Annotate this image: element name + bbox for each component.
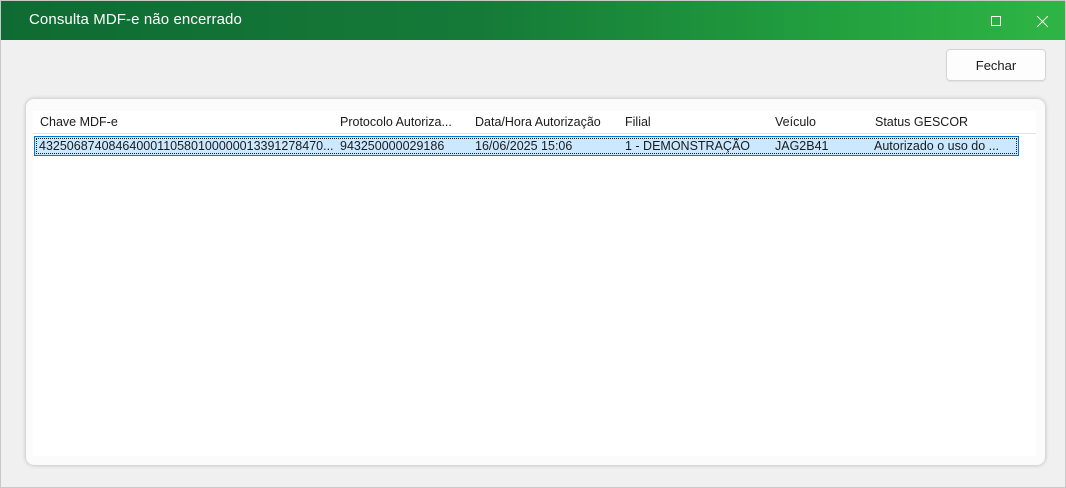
column-header-veiculo[interactable]: Veículo	[768, 111, 868, 134]
column-header-protocolo[interactable]: Protocolo Autoriza...	[333, 111, 468, 134]
maximize-icon	[991, 15, 1001, 26]
cell-veiculo: JAG2B41	[775, 139, 829, 153]
column-header-filial[interactable]: Filial	[618, 111, 768, 134]
cell-protocolo: 943250000029186	[340, 139, 445, 153]
table-row[interactable]: 4325068740846400011058010000001339127847…	[34, 136, 1019, 156]
fechar-button[interactable]: Fechar	[946, 49, 1046, 81]
maximize-button[interactable]	[973, 1, 1019, 40]
cell-data-hora: 16/06/2025 15:06	[475, 139, 573, 153]
results-panel: Chave MDF-e Protocolo Autoriza... Data/H…	[26, 99, 1045, 465]
close-icon	[1037, 15, 1049, 27]
cell-filial: 1 - DEMONSTRAÇÃO	[625, 139, 751, 153]
column-header-data-hora[interactable]: Data/Hora Autorização	[468, 111, 618, 134]
window-title: Consulta MDF-e não encerrado	[29, 11, 242, 28]
close-window-button[interactable]	[1020, 1, 1066, 40]
title-bar[interactable]: Consulta MDF-e não encerrado	[1, 1, 1065, 40]
dialog-window: Consulta MDF-e não encerrado Fechar Chav…	[0, 0, 1066, 488]
grid-header: Chave MDF-e Protocolo Autoriza... Data/H…	[33, 111, 1036, 134]
cell-status: Autorizado o uso do ...	[874, 139, 1000, 153]
cell-chave: 4325068740846400011058010000001339127847…	[39, 139, 334, 153]
mdfe-grid[interactable]: Chave MDF-e Protocolo Autoriza... Data/H…	[33, 111, 1036, 456]
column-header-status[interactable]: Status GESCOR	[868, 111, 1033, 134]
column-header-chave[interactable]: Chave MDF-e	[33, 111, 333, 134]
